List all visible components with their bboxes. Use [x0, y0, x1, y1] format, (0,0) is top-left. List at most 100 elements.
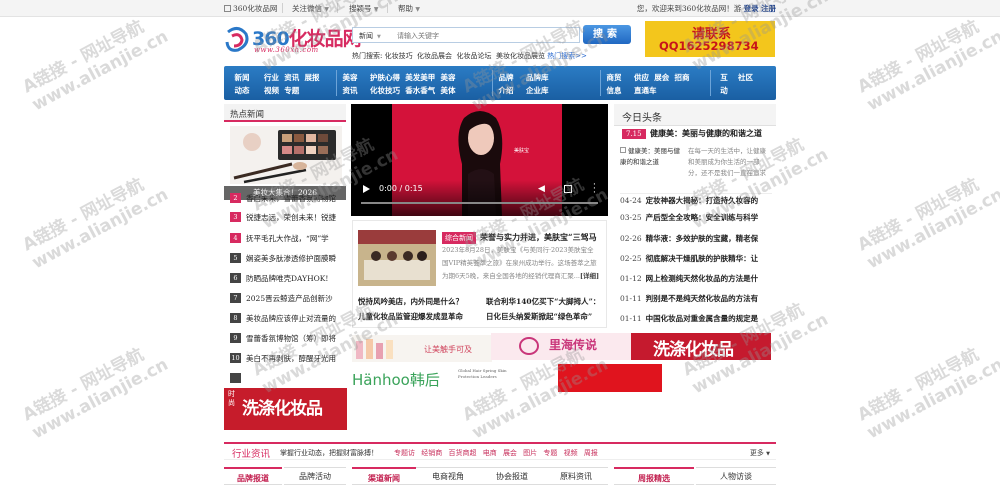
nav-link[interactable]: 行业: [264, 73, 279, 82]
hot-news-link[interactable]: 雪蕾香氛博物馆（筹）即将: [246, 334, 336, 343]
feature-detail-link[interactable]: [详细]: [580, 272, 599, 280]
today-headline-link[interactable]: 健康美：美丽与健康的和谐之道: [650, 128, 762, 139]
nav-link[interactable]: 社区: [738, 73, 753, 82]
hot-news-link[interactable]: 2025晋云鲸造产品创新沙: [246, 294, 333, 303]
hot-news-link[interactable]: 美妆品牌应该停止对流量的: [246, 314, 336, 323]
ad-banner-skincare[interactable]: 让美触手可及: [352, 335, 492, 362]
hot-news-link[interactable]: 抚平毛孔大作战，“网”学: [246, 234, 329, 243]
tab-interviews[interactable]: 人物访谈: [696, 467, 776, 485]
today-list-item[interactable]: 01-11 判别是不是纯天然化妆品的方法有: [620, 293, 772, 305]
nav-link[interactable]: 企业库: [526, 86, 549, 95]
search-input[interactable]: 请输入关键字: [397, 31, 439, 41]
hot-news-image[interactable]: [230, 126, 342, 184]
industry-more-link[interactable]: 更多 ▼: [750, 448, 770, 458]
nav-group-head[interactable]: 美容 资讯: [342, 71, 358, 97]
hot-search-link[interactable]: 化妆品展会: [417, 52, 452, 60]
tab-brand-report[interactable]: 品牌报道: [224, 467, 282, 485]
ad-banner-weekly[interactable]: 洗涤化妆品: [631, 333, 771, 360]
today-list-item[interactable]: 01-12 网上检测纯天然化妆品的方法是什: [620, 273, 772, 285]
register-link[interactable]: 注册: [761, 4, 776, 13]
more-options-icon[interactable]: · · ·: [593, 181, 596, 198]
industry-link[interactable]: 经销商: [421, 449, 442, 457]
hot-news-item[interactable]: [230, 373, 346, 385]
feature-news-title[interactable]: 荣誉与实力并进，美肤宝“三驾马: [480, 232, 597, 243]
tab-weekly-picks[interactable]: 周报精选: [614, 467, 694, 485]
today-list-item[interactable]: 01-11 中国化妆品对重金属含量的规定是: [620, 313, 772, 325]
nav-link[interactable]: 品牌库: [526, 73, 549, 82]
nav-group-head[interactable]: 互动: [716, 71, 732, 97]
industry-link[interactable]: 专题: [543, 449, 557, 457]
app-menu[interactable]: 搜颖号 ▼: [349, 3, 379, 14]
left-ad-banner[interactable]: 时尚 洗涤化妆品: [224, 388, 347, 430]
nav-link[interactable]: 美容: [440, 73, 455, 82]
nav-link[interactable]: 美体: [440, 86, 455, 95]
hot-news-item[interactable]: 7 2025晋云鲸造产品创新沙: [230, 293, 346, 305]
hot-news-item[interactable]: 9 雪蕾香氛博物馆（筹）即将: [230, 333, 346, 345]
industry-link[interactable]: 展会: [503, 449, 517, 457]
hot-news-item[interactable]: 4 抚平毛孔大作战，“网”学: [230, 233, 346, 245]
hot-news-link[interactable]: 锐捷志远，荣创未来！锐捷: [246, 213, 336, 222]
industry-link[interactable]: 百货商超: [448, 449, 476, 457]
nav-group-head[interactable]: 新闻 动态: [234, 71, 250, 97]
today-thumb[interactable]: 健康美：美丽与健康的和谐之道: [620, 146, 684, 168]
header-ad-banner[interactable]: 请联系 QQ1625298734: [645, 21, 775, 57]
hot-news-item[interactable]: 2 香启未来，雪蕾香氛博物馆: [230, 193, 346, 205]
hot-news-link[interactable]: 防晒品牌唯壳DAYHOK!: [246, 274, 328, 283]
nav-link[interactable]: 展报: [304, 73, 319, 82]
tab-association[interactable]: 协会报道: [480, 467, 544, 485]
follow-wechat-menu[interactable]: 关注微信 ▼: [292, 3, 329, 14]
hot-news-item[interactable]: 8 美妆品牌应该停止对流量的: [230, 313, 346, 325]
hot-news-item[interactable]: 3 锐捷志远，荣创未来！锐捷: [230, 212, 346, 224]
hot-search-more-link[interactable]: 热门搜索>>: [547, 52, 587, 60]
industry-link[interactable]: 电商: [483, 449, 497, 457]
login-link[interactable]: 登录: [744, 4, 759, 13]
news-link[interactable]: 判别是不是纯天然化妆品的方法有: [646, 294, 759, 303]
feature-news-image[interactable]: [358, 230, 436, 286]
nav-link[interactable]: 美发美甲: [405, 73, 435, 82]
ad-banner-hanhoo[interactable]: Hänhoo韩后 Global Hair Spring Skin Protect…: [352, 364, 517, 392]
volume-icon[interactable]: ◀: [538, 184, 545, 194]
nav-link[interactable]: 视频: [264, 86, 279, 95]
search-button[interactable]: 搜索: [583, 25, 631, 44]
hot-news-link[interactable]: 美白不再剥肤，醇醒牙光用: [246, 354, 336, 363]
ad-banner-red[interactable]: [558, 364, 662, 392]
news-link[interactable]: 产后型全全攻略：安全训练与科学: [646, 213, 759, 222]
nav-link[interactable]: 护肤心得: [370, 73, 400, 82]
top-home-link[interactable]: 360化妆品网: [224, 3, 277, 14]
nav-link[interactable]: 专题: [284, 86, 299, 95]
nav-link[interactable]: 资讯: [284, 73, 299, 82]
hot-search-link[interactable]: 美妆化妆品展览: [496, 52, 545, 60]
fullscreen-icon[interactable]: [564, 185, 572, 193]
industry-link[interactable]: 图片: [523, 449, 537, 457]
hot-news-link[interactable]: 娴姿美多肽渗透修护面膜瞬: [246, 254, 336, 263]
site-name-link[interactable]: 360化妆品网: [233, 4, 277, 13]
help-menu[interactable]: 帮助 ▼: [398, 3, 420, 14]
feature-news-link[interactable]: 儿童化妆品监管迎爆发成显革命: [358, 311, 463, 322]
today-list-item[interactable]: 04-24 定妆神器大揭秘：打造持久妆容的: [620, 193, 772, 205]
hot-search-link[interactable]: 化妆品论坛: [457, 52, 492, 60]
nav-link[interactable]: 直通车: [634, 86, 657, 95]
industry-link[interactable]: 专题访: [394, 449, 415, 457]
nav-link[interactable]: 供应: [634, 73, 649, 82]
industry-link[interactable]: 周报: [584, 449, 598, 457]
news-link[interactable]: 彻底解决干燥肌肤的护肤精华：让: [646, 254, 759, 263]
nav-group-head[interactable]: 品牌 介绍: [498, 71, 514, 97]
feature-news-link[interactable]: 日化巨头纳爱斯掀起“绿色革命”: [486, 311, 592, 322]
news-link[interactable]: 精华液：多效护肤的宝藏，精老保: [646, 234, 759, 243]
today-list-item[interactable]: 03-25 产后型全全攻略：安全训练与科学: [620, 212, 772, 224]
news-link[interactable]: 定妆神器大揭秘：打造持久妆容的: [646, 196, 759, 205]
hot-news-item[interactable]: 5 娴姿美多肽渗透修护面膜瞬: [230, 253, 346, 265]
nav-link[interactable]: 香水香气: [405, 86, 435, 95]
nav-link[interactable]: 展会: [654, 73, 669, 82]
hot-news-link[interactable]: 香启未来，雪蕾香氛博物馆: [246, 194, 336, 203]
industry-link[interactable]: 视频: [564, 449, 578, 457]
tab-brand-activity[interactable]: 品牌活动: [284, 467, 346, 485]
ad-banner-legend[interactable]: 里海传说: [491, 333, 631, 360]
play-icon[interactable]: [363, 185, 370, 193]
hot-news-item[interactable]: 6 防晒品牌唯壳DAYHOK!: [230, 273, 346, 285]
feature-news-link[interactable]: 联合利华140亿买下“大脚拇人”：: [486, 296, 600, 307]
nav-link[interactable]: 化妆技巧: [370, 86, 400, 95]
search-category-select[interactable]: 新闻 ▼: [359, 31, 381, 41]
hot-news-item[interactable]: 10 美白不再剥肤，醇醒牙光用: [230, 353, 346, 365]
feature-news-tag[interactable]: 综合新闻: [442, 232, 476, 244]
